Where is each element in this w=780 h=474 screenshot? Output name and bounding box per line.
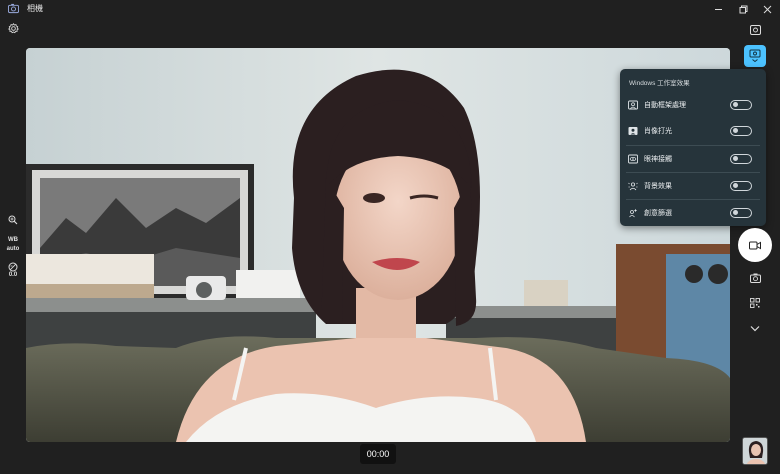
recording-timer: 00:00 [360, 444, 396, 464]
effect-label: 創意篩選 [644, 209, 672, 217]
wb-label: WB [8, 237, 18, 243]
camera-icon [749, 273, 761, 283]
effect-row-background-effect[interactable]: 背景效果 [620, 172, 766, 199]
portrait-light-icon [628, 126, 638, 135]
thumbnail-image [743, 438, 767, 464]
qr-mode-button[interactable] [746, 295, 764, 311]
eye-contact-icon [628, 154, 638, 163]
effect-label: 肖像打光 [644, 127, 672, 135]
effect-label: 自動框架處理 [644, 101, 686, 109]
auto-frame-button[interactable] [746, 22, 764, 38]
photo-mode-button[interactable] [746, 270, 764, 286]
effect-row-portrait-light[interactable]: 肖像打光 [620, 117, 766, 144]
auto-framing-icon [628, 100, 638, 109]
effect-label: 背景效果 [644, 182, 672, 190]
effect-row-auto-framing[interactable]: 自動框架處理 [620, 91, 766, 118]
qr-code-icon [750, 298, 760, 308]
chevron-down-icon [750, 325, 760, 331]
maximize-button[interactable] [733, 1, 753, 17]
creative-filter-toggle[interactable] [730, 207, 752, 218]
exposure-button[interactable]: 0.0 [1, 262, 25, 282]
gear-icon [7, 22, 19, 33]
zoom-button[interactable] [5, 212, 21, 228]
minimize-icon [714, 8, 722, 10]
minimize-button[interactable] [708, 1, 728, 17]
exposure-value: 0.0 [8, 272, 18, 278]
wb-value: auto [6, 246, 20, 252]
auto-frame-icon [749, 25, 761, 35]
windows-studio-effects-panel: Windows 工作室效果 自動框架處理 肖像打光 眼神接觸 背景效果 創意篩選 [620, 69, 766, 226]
white-balance-button[interactable]: WB auto [1, 237, 25, 257]
panel-title: Windows 工作室效果 [629, 80, 690, 87]
camera-app-icon [8, 3, 19, 14]
last-capture-thumbnail[interactable] [742, 437, 768, 465]
background-effect-toggle[interactable] [730, 180, 752, 191]
background-effect-icon [628, 181, 638, 190]
exposure-icon [8, 262, 18, 272]
close-icon [763, 5, 771, 13]
title-bar: 相機 [0, 0, 780, 18]
eye-contact-toggle[interactable] [730, 153, 752, 164]
windows-effects-button[interactable] [744, 45, 766, 67]
settings-button[interactable] [5, 20, 21, 36]
more-modes-button[interactable] [746, 320, 764, 336]
creative-filter-icon [629, 208, 638, 217]
window-title: 相機 [27, 4, 43, 13]
effect-row-creative-filter[interactable]: 創意篩選 [620, 199, 766, 226]
close-button[interactable] [757, 1, 777, 17]
zoom-in-icon [8, 215, 18, 225]
record-button[interactable] [738, 228, 772, 262]
portrait-light-toggle[interactable] [730, 125, 752, 136]
effect-row-eye-contact[interactable]: 眼神接觸 [620, 145, 766, 172]
windows-effects-icon [749, 49, 761, 63]
restore-icon [739, 5, 747, 13]
effect-label: 眼神接觸 [644, 155, 672, 163]
video-camera-icon [749, 241, 761, 249]
auto-framing-toggle[interactable] [730, 99, 752, 110]
